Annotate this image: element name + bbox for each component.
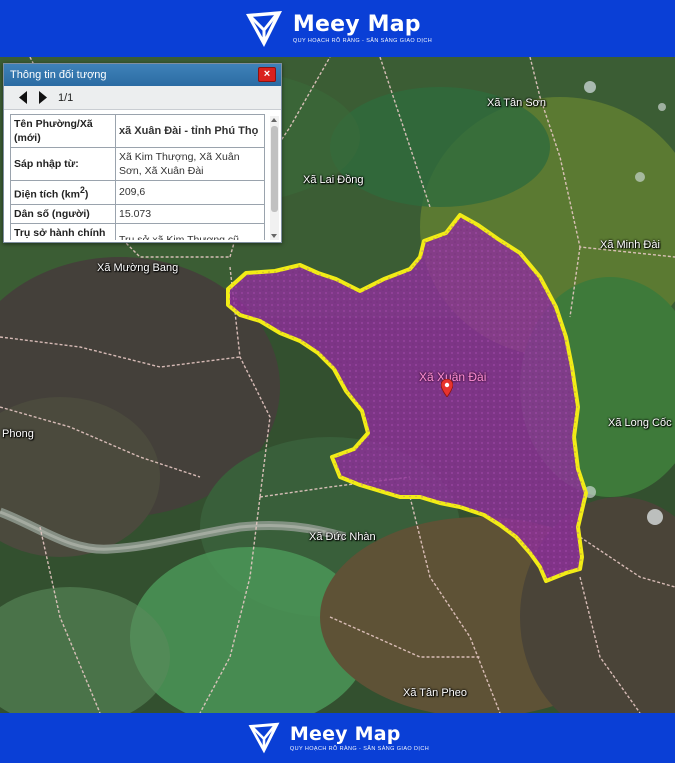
panel-pager: 1/1 bbox=[4, 86, 281, 110]
place-label-muong-bang: Xã Mường Bang bbox=[97, 262, 179, 274]
top-brand-bar: Meey Map QUY HOẠCH RÕ RÀNG - SẴN SÀNG GI… bbox=[0, 0, 675, 57]
row-value: 209,6 bbox=[115, 180, 265, 205]
place-label-phong: Phong bbox=[2, 428, 34, 440]
place-label-long-coc: Xã Long Cốc bbox=[608, 417, 672, 429]
place-label-tan-son: Xã Tân Sơn bbox=[487, 97, 546, 109]
row-label-main: Diện tích (km bbox=[14, 188, 80, 201]
info-table: Tên Phường/Xã (mới) xã Xuân Đài - tỉnh P… bbox=[10, 114, 265, 240]
place-label-lai-dong: Xã Lai Đồng bbox=[303, 174, 364, 186]
row-label: Trụ sở hành chính (mới) bbox=[10, 222, 116, 240]
place-label-tan-pheo: Xã Tân Pheo bbox=[403, 687, 468, 699]
scroll-down-icon[interactable] bbox=[271, 234, 277, 238]
place-label-duc-nhan: Xã Đức Nhàn bbox=[309, 531, 376, 543]
table-row: Dân số (người) 15.073 bbox=[10, 203, 265, 224]
scroll-up-icon[interactable] bbox=[271, 118, 277, 122]
panel-header: Thông tin đối tượng × bbox=[4, 64, 281, 86]
location-pin-icon[interactable] bbox=[440, 378, 454, 402]
object-info-panel: Thông tin đối tượng × 1/1 Tên Phường/Xã … bbox=[3, 63, 282, 243]
row-value: Trụ sở xã Kim Thượng cũ bbox=[115, 222, 265, 240]
meey-map-logo-icon bbox=[243, 8, 285, 50]
bottom-brand-bar: Meey Map QUY HOẠCH RÕ RÀNG - SẴN SÀNG GI… bbox=[0, 713, 675, 763]
scroll-thumb[interactable] bbox=[271, 126, 278, 212]
table-row: Tên Phường/Xã (mới) xã Xuân Đài - tỉnh P… bbox=[10, 114, 265, 148]
close-button[interactable]: × bbox=[258, 67, 276, 82]
panel-scrollbar[interactable] bbox=[270, 116, 279, 240]
table-row: Diện tích (km2) 209,6 bbox=[10, 180, 265, 205]
table-row: Sáp nhập từ: Xã Kim Thượng, Xã Xuân Sơn,… bbox=[10, 147, 265, 181]
pager-count: 1/1 bbox=[58, 91, 74, 104]
panel-body[interactable]: Tên Phường/Xã (mới) xã Xuân Đài - tỉnh P… bbox=[10, 114, 278, 240]
brand-logo-group-bottom[interactable]: Meey Map QUY HOẠCH RÕ RÀNG - SẴN SÀNG GI… bbox=[246, 720, 429, 756]
row-label: Dân số (người) bbox=[10, 203, 116, 224]
table-row: Trụ sở hành chính (mới) Trụ sở xã Kim Th… bbox=[10, 222, 265, 240]
brand-tagline: QUY HOẠCH RÕ RÀNG - SẴN SÀNG GIAO DỊCH bbox=[289, 746, 430, 752]
row-value: 15.073 bbox=[115, 203, 265, 224]
brand-tagline: QUY HOẠCH RÕ RÀNG - SẴN SÀNG GIAO DỊCH bbox=[292, 38, 433, 44]
brand-logo-group[interactable]: Meey Map QUY HOẠCH RÕ RÀNG - SẴN SÀNG GI… bbox=[243, 8, 432, 50]
meey-map-logo-icon bbox=[246, 720, 282, 756]
row-value: Xã Kim Thượng, Xã Xuân Sơn, Xã Xuân Đài bbox=[115, 147, 265, 181]
next-arrow-icon[interactable] bbox=[38, 91, 48, 104]
row-value: xã Xuân Đài - tỉnh Phú Thọ bbox=[115, 114, 265, 148]
brand-name: Meey Map bbox=[292, 12, 421, 37]
row-label: Diện tích (km2) bbox=[10, 180, 116, 205]
prev-arrow-icon[interactable] bbox=[18, 91, 28, 104]
place-label-minh-dai: Xã Minh Đài bbox=[600, 239, 660, 251]
brand-name: Meey Map bbox=[289, 723, 401, 745]
row-label-end: ) bbox=[84, 188, 89, 201]
row-label: Sáp nhập từ: bbox=[10, 147, 116, 181]
row-label: Tên Phường/Xã (mới) bbox=[10, 114, 116, 148]
panel-title: Thông tin đối tượng bbox=[10, 69, 107, 81]
